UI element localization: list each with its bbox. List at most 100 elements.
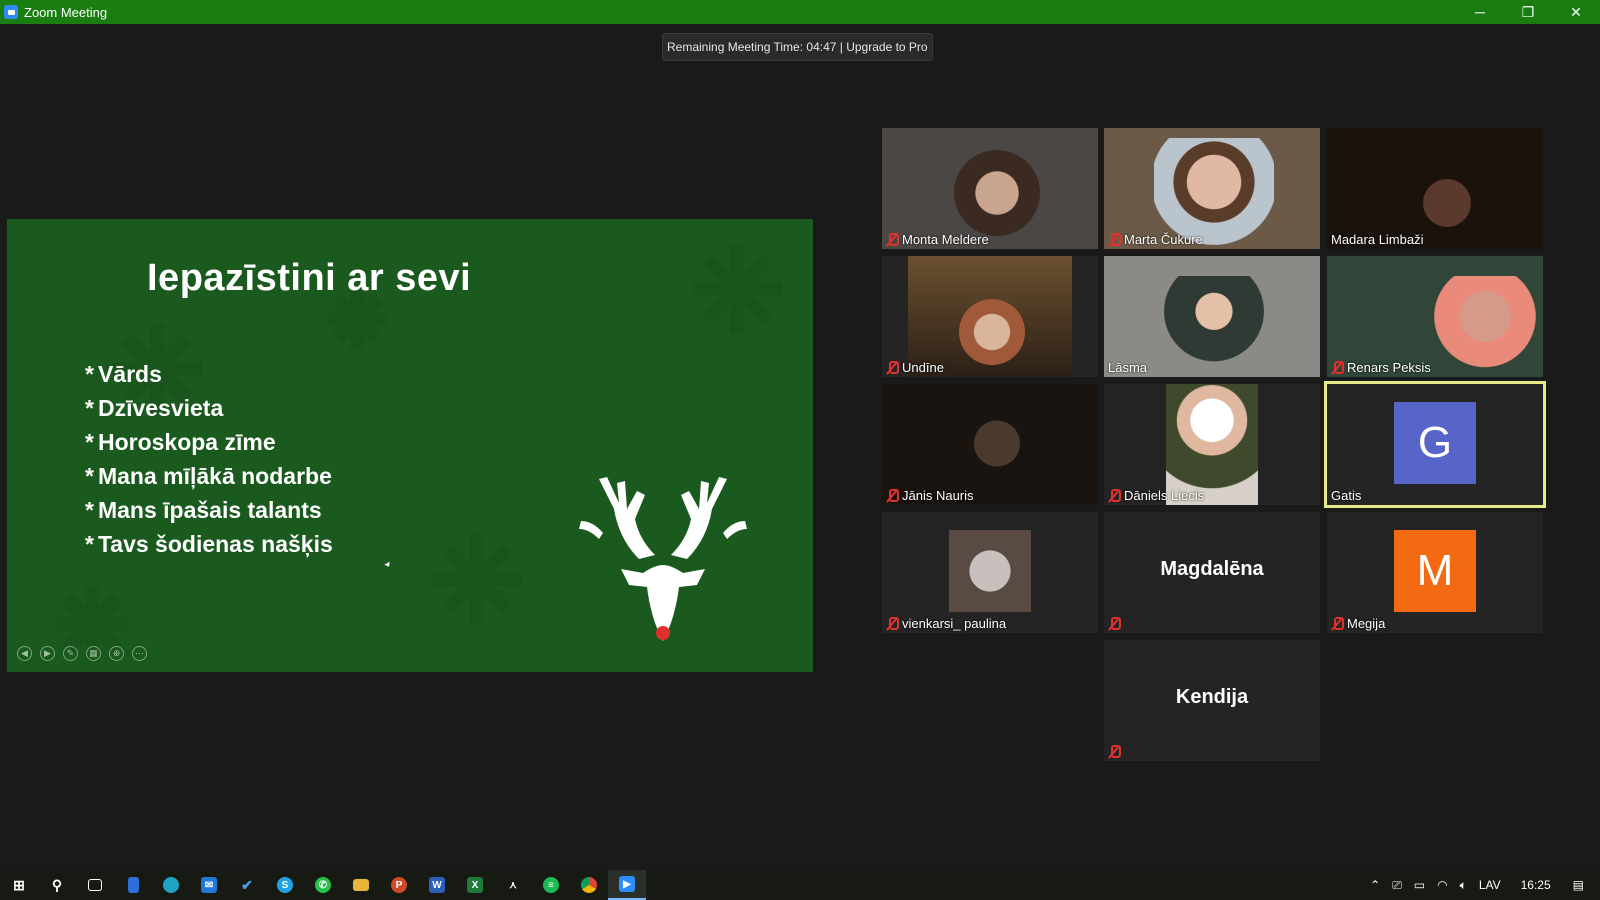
more-options-icon[interactable]: ⋯	[132, 646, 147, 661]
participant-name: vienkarsi_ paulina	[902, 616, 1007, 631]
whatsapp-icon[interactable]: ✆	[304, 870, 342, 900]
search-icon[interactable]: ⚲	[38, 870, 76, 900]
chrome-icon[interactable]	[570, 870, 608, 900]
spotify-icon[interactable]: ≡	[532, 870, 570, 900]
bullet-marker: *	[85, 428, 94, 455]
participant-name-bar: Jānis Nauris	[886, 488, 974, 503]
notepad-icon[interactable]	[114, 870, 152, 900]
participant-name-bar: Dāniels Liecis	[1108, 488, 1204, 503]
acrobat-icon[interactable]: ⋏	[494, 870, 532, 900]
bullet-marker: *	[85, 462, 94, 489]
meet-now-icon[interactable]: ⎚	[1386, 878, 1408, 893]
avatar: G	[1394, 402, 1476, 484]
bullet-text: Vārds	[97, 360, 162, 387]
participant-name-bar	[1108, 617, 1124, 631]
participant-name-bar	[1108, 745, 1121, 759]
participant-display-name: Magdalēna	[1160, 558, 1264, 580]
participant-name-bar: Monta Meldere	[886, 232, 989, 247]
muted-mic-icon	[886, 488, 899, 503]
participant-tile[interactable]: Dāniels Liecis	[1104, 384, 1320, 505]
participant-name: Dāniels Liecis	[1124, 488, 1205, 503]
muted-mic-icon	[1108, 232, 1121, 247]
language-indicator[interactable]: LAV	[1473, 878, 1507, 892]
excel-icon[interactable]: X	[456, 870, 494, 900]
minimize-button[interactable]: ─	[1456, 0, 1504, 24]
participant-name: Undīne	[902, 360, 944, 375]
participant-name: Gatis	[1331, 488, 1362, 503]
bullet-text: Dzīvesvieta	[97, 394, 224, 421]
zoom-app-icon	[4, 5, 18, 19]
bullet-marker: *	[85, 394, 94, 421]
participant-video	[1164, 276, 1264, 377]
participant-name-bar: Undīne	[886, 360, 944, 375]
participant-tile[interactable]: Jānis Nauris	[882, 384, 1098, 505]
action-center-icon[interactable]: ▤	[1565, 878, 1600, 892]
show-hidden-icons-chevron-up-icon[interactable]: ⌃	[1364, 878, 1386, 892]
muted-mic-icon	[886, 616, 899, 631]
participant-name-bar: vienkarsi_ paulina	[886, 616, 1006, 631]
participant-name: Marta Čukure	[1124, 232, 1203, 247]
word-icon[interactable]: W	[418, 870, 456, 900]
participant-tile[interactable]: Lāsma	[1104, 256, 1320, 377]
previous-slide-icon[interactable]: ◀	[17, 646, 32, 661]
system-tray: ⌃ ⎚ ▭ ◠ 🔈︎ LAV 16:25 ▤	[1364, 870, 1600, 900]
next-slide-icon[interactable]: ▶	[40, 646, 55, 661]
edge-icon[interactable]	[152, 870, 190, 900]
window-controls: ─ ❐ ✕	[1456, 0, 1600, 24]
participant-name: Monta Meldere	[902, 232, 989, 247]
skype-icon[interactable]: S	[266, 870, 304, 900]
participant-display-name: Kendija	[1175, 686, 1249, 708]
bullet-marker: *	[85, 530, 94, 557]
participant-tile[interactable]: vienkarsi_ paulina	[882, 512, 1098, 633]
bullet-item: * Vārds	[85, 357, 333, 391]
title-bar: Zoom Meeting ─ ❐ ✕	[0, 0, 1600, 24]
zoom-icon[interactable]: ▶	[608, 870, 646, 900]
todo-icon[interactable]: ✔	[228, 870, 266, 900]
battery-icon[interactable]: ▭	[1408, 878, 1431, 892]
participant-name: Madara Limbaži	[1331, 232, 1424, 247]
participant-name: Lāsma	[1108, 360, 1148, 375]
bullet-item: * Mans īpašais talants	[85, 493, 333, 527]
participant-tile[interactable]: Magdalēna	[1104, 512, 1320, 633]
muted-mic-icon	[886, 360, 899, 375]
participant-name-bar: Renars Peksis	[1331, 360, 1431, 375]
volume-icon[interactable]: 🔈︎	[1454, 878, 1473, 893]
participant-name-bar: Marta Čukure	[1108, 232, 1203, 247]
powerpoint-icon[interactable]: P	[380, 870, 418, 900]
participant-tile[interactable]: Kendija	[1104, 640, 1320, 761]
participant-tile[interactable]: Madara Limbaži	[1327, 128, 1543, 249]
meeting-area: Remaining Meeting Time: 04:47 | Upgrade …	[0, 24, 1600, 870]
muted-mic-icon	[1331, 616, 1344, 631]
pen-icon[interactable]: ✎	[63, 646, 78, 661]
slides-grid-icon[interactable]: ▦	[86, 646, 101, 661]
participant-tile[interactable]: Monta Meldere	[882, 128, 1098, 249]
muted-mic-icon	[1108, 745, 1121, 759]
zoom-icon[interactable]: ⊕	[109, 646, 124, 661]
clock[interactable]: 16:25	[1507, 878, 1565, 892]
bullet-item: * Mana mīļākā nodarbe	[85, 459, 333, 493]
participant-name-bar: Gatis	[1331, 488, 1361, 503]
meeting-timer[interactable]: Remaining Meeting Time: 04:47 | Upgrade …	[662, 33, 933, 61]
participant-face	[952, 296, 1032, 376]
participant-video	[1166, 384, 1258, 505]
slide-bullet-list: * Vārds * Dzīvesvieta * Horoskopa zīme * Man…	[85, 357, 333, 561]
participant-tile[interactable]: Undīne	[882, 256, 1098, 377]
muted-mic-icon	[886, 232, 899, 247]
mail-icon[interactable]: ✉	[190, 870, 228, 900]
slide-title: Iepazīstini ar sevi	[147, 257, 472, 299]
participant-tile-active-speaker[interactable]: G Gatis	[1324, 381, 1546, 508]
file-explorer-icon[interactable]	[342, 870, 380, 900]
maximize-button[interactable]: ❐	[1504, 0, 1552, 24]
muted-mic-icon	[1108, 617, 1121, 631]
participant-tile[interactable]: Marta Čukure	[1104, 128, 1320, 249]
participant-tile[interactable]: Renars Peksis	[1327, 256, 1543, 377]
task-view-icon[interactable]	[76, 870, 114, 900]
start-icon[interactable]: ⊞	[0, 870, 38, 900]
participant-name: Megija	[1347, 616, 1386, 631]
windows-taskbar: ⊞ ⚲ ✉ ✔ S ✆ P W X ⋏ ≡ ▶ ⌃ ⎚ ▭ ◠ 🔈︎ LAV 1…	[0, 870, 1600, 900]
participant-tile[interactable]: M Megija	[1327, 512, 1543, 633]
bullet-marker: *	[85, 360, 94, 387]
wifi-icon[interactable]: ◠	[1431, 878, 1453, 892]
close-button[interactable]: ✕	[1552, 0, 1600, 24]
participant-video	[1427, 276, 1543, 377]
